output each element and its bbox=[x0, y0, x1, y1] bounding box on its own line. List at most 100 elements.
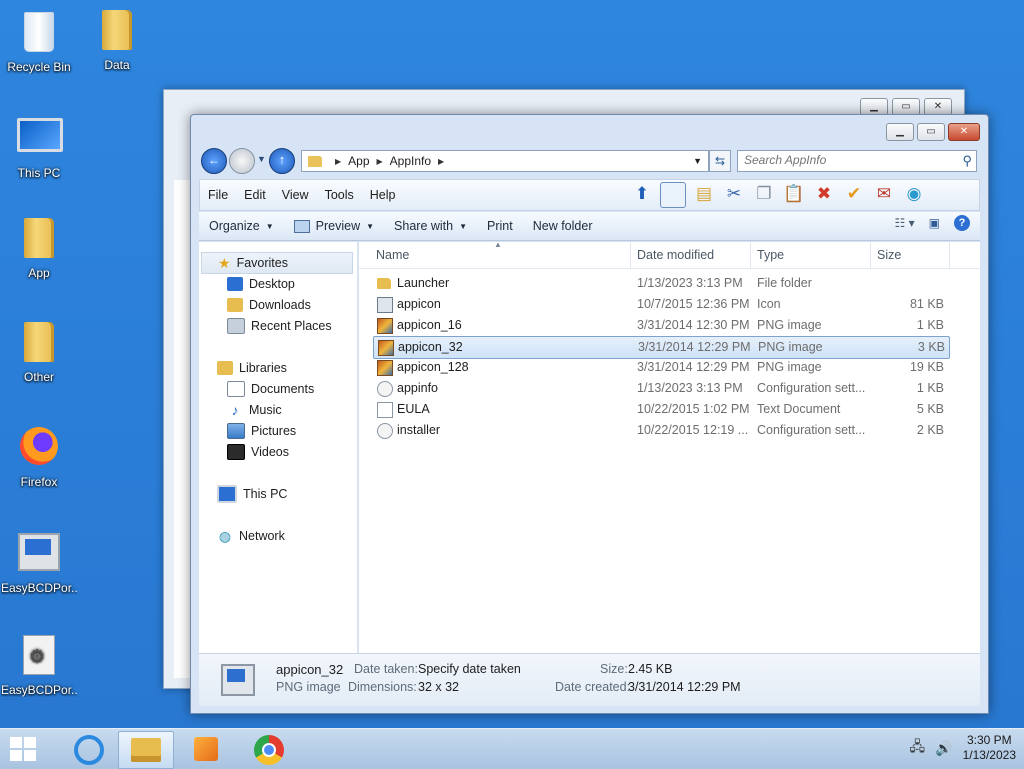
nav-documents[interactable]: Documents bbox=[227, 379, 314, 399]
navigation-pane: ★ Favorites Desktop Downloads Recent Pla… bbox=[199, 242, 358, 653]
explorer-window[interactable]: ▁ ▭ ✕ ← ▼ ↑ ▶ App ▶ AppInfo ▶ ▼ ⇆ ⚲ File… bbox=[190, 114, 989, 714]
nav-downloads[interactable]: Downloads bbox=[227, 295, 311, 315]
paste-icon[interactable]: 📋 bbox=[782, 182, 806, 206]
breadcrumb-separator-icon[interactable]: ▶ bbox=[335, 157, 341, 166]
taskbar-media-player[interactable] bbox=[178, 731, 232, 767]
downloads-folder-icon bbox=[227, 298, 243, 312]
desktop-icon-other[interactable]: Other bbox=[1, 320, 77, 384]
folder-options-icon[interactable]: ▤ bbox=[692, 182, 716, 206]
column-divider[interactable] bbox=[949, 242, 950, 268]
desktop-icon-easybcd-portable[interactable]: EasyBCDPor... bbox=[1, 528, 77, 595]
column-size[interactable]: Size bbox=[877, 248, 901, 262]
file-name: appicon bbox=[397, 297, 441, 311]
forward-button[interactable] bbox=[229, 148, 255, 174]
nav-pictures[interactable]: Pictures bbox=[227, 421, 296, 441]
file-row[interactable]: installer 10/22/2015 12:19 ... Configura… bbox=[373, 420, 948, 441]
file-row[interactable]: Launcher 1/13/2023 3:13 PM File folder bbox=[373, 273, 948, 294]
nav-favorites[interactable]: ★ Favorites bbox=[201, 252, 353, 274]
desktop-icon-firefox[interactable]: Firefox bbox=[1, 424, 77, 489]
maximize-button[interactable]: ▭ bbox=[917, 123, 945, 141]
print-button[interactable]: Print bbox=[477, 219, 523, 233]
desktop-icon-data[interactable]: Data bbox=[79, 8, 155, 72]
share-with-button[interactable]: Share with ▼ bbox=[384, 219, 477, 233]
column-date-modified[interactable]: Date modified bbox=[637, 248, 714, 262]
breadcrumb-separator-icon[interactable]: ▶ bbox=[377, 157, 383, 166]
folder-icon bbox=[308, 155, 322, 167]
details-date-taken-value[interactable]: Specify date taken bbox=[418, 662, 521, 676]
clock[interactable]: 3:30 PM 1/13/2023 bbox=[963, 733, 1016, 763]
up-folder-icon[interactable]: ⬆ bbox=[630, 182, 654, 206]
view-options-icon[interactable]: ☷ ▾ bbox=[895, 216, 915, 230]
file-row-selected[interactable]: appicon_32 3/31/2014 12:29 PM PNG image … bbox=[373, 336, 950, 359]
delete-icon[interactable]: ✖ bbox=[812, 182, 836, 206]
preview-pane-icon[interactable] bbox=[660, 182, 686, 208]
desktop-icon-app[interactable]: App bbox=[1, 216, 77, 280]
up-button[interactable]: ↑ bbox=[269, 148, 295, 174]
details-dimensions-value: 32 x 32 bbox=[418, 680, 460, 694]
menu-help[interactable]: Help bbox=[362, 188, 404, 202]
taskbar-chrome[interactable] bbox=[242, 731, 296, 767]
taskbar-internet-explorer[interactable] bbox=[62, 731, 116, 767]
organize-button[interactable]: Organize ▼ bbox=[199, 219, 284, 233]
column-type[interactable]: Type bbox=[757, 248, 784, 262]
nav-this-pc[interactable]: This PC bbox=[217, 484, 287, 504]
file-row[interactable]: appicon 10/7/2015 12:36 PM Icon 81 KB bbox=[373, 294, 948, 315]
preview-button[interactable]: Preview ▼ bbox=[284, 219, 384, 233]
details-file-name: appicon_32 bbox=[276, 662, 344, 677]
new-folder-button[interactable]: New folder bbox=[523, 219, 603, 233]
breadcrumb-separator-icon[interactable]: ▶ bbox=[438, 157, 444, 166]
folder-icon bbox=[17, 322, 61, 366]
nav-recent-places-label: Recent Places bbox=[251, 319, 332, 333]
desktop-icon-this-pc[interactable]: This PC bbox=[1, 112, 77, 180]
nav-documents-label: Documents bbox=[251, 382, 315, 396]
file-type: Configuration sett... bbox=[757, 381, 866, 395]
file-size: 5 KB bbox=[916, 402, 944, 416]
close-button[interactable]: ✕ bbox=[948, 123, 980, 141]
nav-videos[interactable]: Videos bbox=[227, 442, 289, 462]
menu-file[interactable]: File bbox=[200, 188, 236, 202]
address-dropdown-icon[interactable]: ▼ bbox=[693, 156, 702, 166]
column-divider[interactable] bbox=[630, 242, 631, 268]
file-row[interactable]: EULA 10/22/2015 1:02 PM Text Document 5 … bbox=[373, 399, 948, 420]
column-divider[interactable] bbox=[750, 242, 751, 268]
file-row[interactable]: appicon_128 3/31/2014 12:29 PM PNG image… bbox=[373, 357, 948, 378]
preview-pane-toggle-icon[interactable]: ▣ bbox=[929, 216, 940, 230]
network-icon: ◍ bbox=[218, 527, 232, 544]
file-row[interactable]: appicon_16 3/31/2014 12:30 PM PNG image … bbox=[373, 315, 948, 336]
column-divider[interactable] bbox=[870, 242, 871, 268]
search-box[interactable]: ⚲ bbox=[737, 150, 977, 172]
help-icon[interactable]: ? bbox=[954, 215, 970, 231]
menu-view[interactable]: View bbox=[274, 188, 317, 202]
minimize-button[interactable]: ▁ bbox=[886, 123, 914, 141]
desktop-icon-recycle-bin[interactable]: Recycle Bin bbox=[1, 8, 77, 74]
column-name[interactable]: Name bbox=[376, 248, 409, 262]
globe-icon[interactable]: ◉ bbox=[902, 182, 926, 206]
menu-tools[interactable]: Tools bbox=[317, 188, 362, 202]
nav-music[interactable]: ♪ Music bbox=[227, 400, 282, 420]
search-icon[interactable]: ⚲ bbox=[962, 153, 972, 169]
copy-icon[interactable]: ❐ bbox=[752, 182, 776, 206]
back-button[interactable]: ← bbox=[201, 148, 227, 174]
start-button[interactable] bbox=[8, 735, 38, 763]
address-bar[interactable]: ▶ App ▶ AppInfo ▶ ▼ bbox=[301, 150, 709, 172]
nav-libraries[interactable]: Libraries bbox=[217, 358, 287, 378]
file-row[interactable]: appinfo 1/13/2023 3:13 PM Configuration … bbox=[373, 378, 948, 399]
desktop-icon-easybcd-portable-config[interactable]: EasyBCDPor... bbox=[1, 632, 77, 697]
refresh-button[interactable]: ⇆ bbox=[709, 150, 731, 172]
network-tray-icon[interactable]: 🖧 bbox=[910, 736, 926, 760]
nav-videos-label: Videos bbox=[251, 445, 289, 459]
search-input[interactable] bbox=[738, 151, 955, 169]
email-icon[interactable]: ✉ bbox=[872, 182, 896, 206]
breadcrumb-app[interactable]: App bbox=[348, 154, 369, 168]
nav-recent-places[interactable]: Recent Places bbox=[227, 316, 332, 336]
nav-desktop[interactable]: Desktop bbox=[227, 274, 295, 294]
file-name: appicon_128 bbox=[397, 360, 469, 374]
breadcrumb-appinfo[interactable]: AppInfo bbox=[390, 154, 431, 168]
menu-edit[interactable]: Edit bbox=[236, 188, 274, 202]
recent-pages-dropdown[interactable]: ▼ bbox=[257, 154, 266, 164]
checkmark-icon[interactable]: ✔ bbox=[842, 182, 866, 206]
volume-icon[interactable]: 🔊 bbox=[935, 740, 952, 757]
taskbar-file-explorer[interactable] bbox=[118, 731, 174, 769]
nav-network[interactable]: ◍ Network bbox=[217, 526, 285, 546]
cut-icon[interactable]: ✂ bbox=[722, 182, 746, 206]
